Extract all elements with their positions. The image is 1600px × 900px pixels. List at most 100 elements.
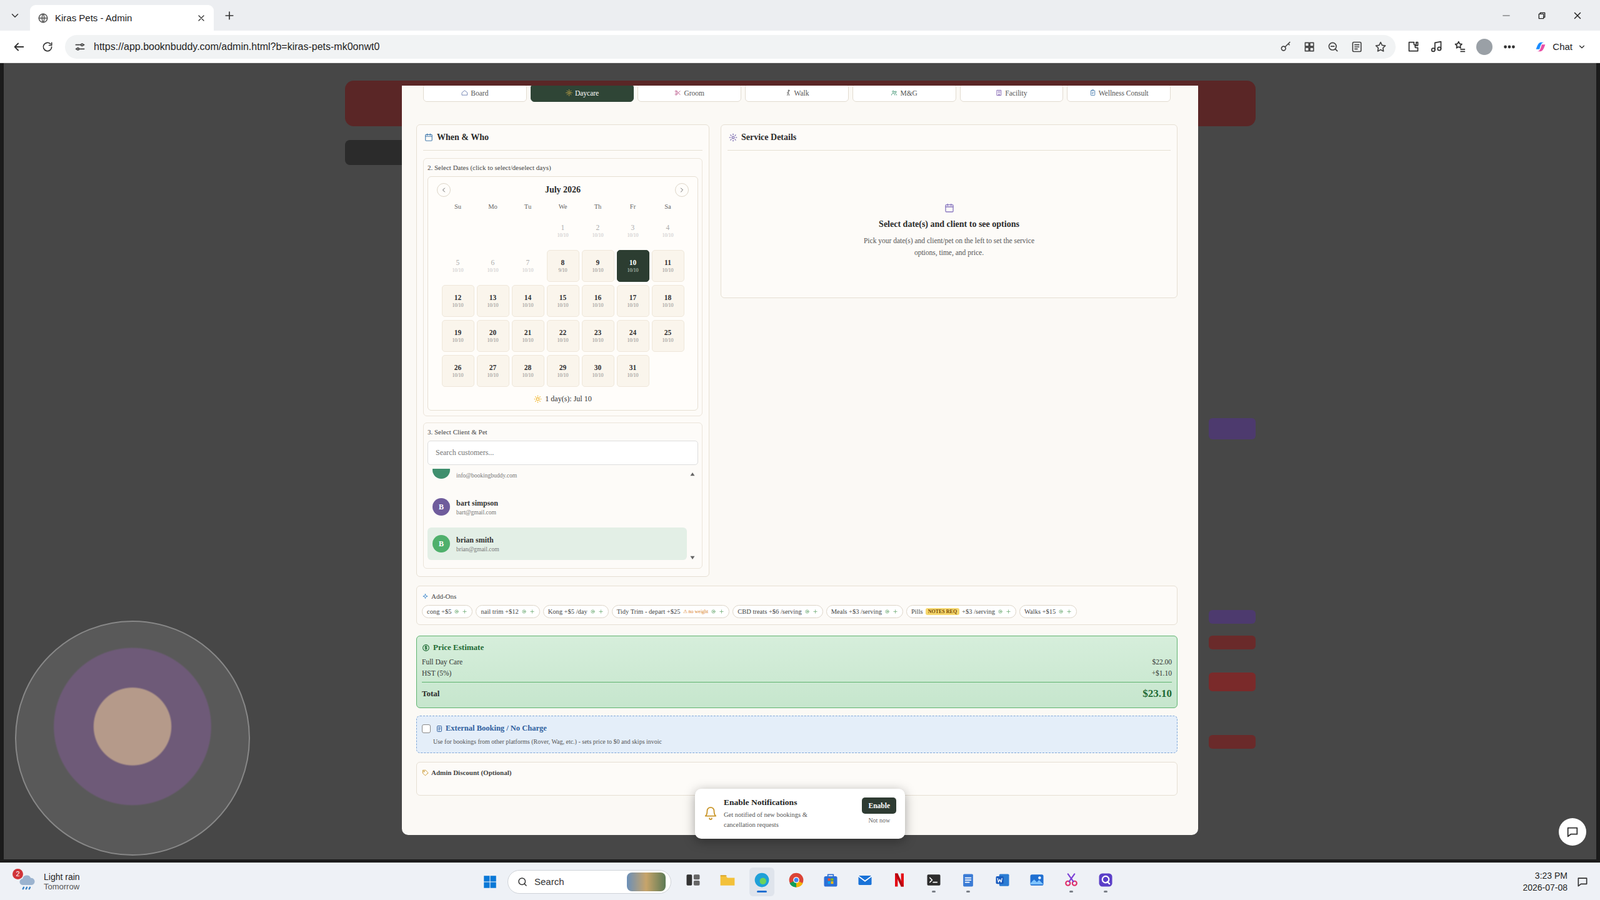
calendar-day[interactable]: 2810/10	[511, 355, 545, 387]
addon-label[interactable]: Walks +$15	[1024, 608, 1056, 615]
addon-chip[interactable]: cong +$5	[421, 605, 473, 619]
zoom-out-icon[interactable]	[1326, 40, 1340, 54]
back-arrow-icon[interactable]	[11, 40, 26, 54]
calendar-day[interactable]: 2610/10	[441, 355, 475, 387]
taskbar-app[interactable]	[886, 867, 912, 897]
not-now-button[interactable]: Not now	[868, 816, 890, 824]
day-capacity[interactable]: 10/10	[521, 302, 534, 309]
addon-add-icon[interactable]	[461, 608, 468, 615]
addon-label[interactable]: Pills	[911, 608, 924, 615]
addon-label[interactable]: CBD treats +$6 /serving	[737, 608, 802, 615]
service-tab[interactable]: Daycare	[530, 85, 635, 102]
taskbar-app[interactable]	[1093, 867, 1119, 897]
addon-chip[interactable]: PillsNOTES REQ+$3 /serving	[906, 605, 1017, 619]
calendar-day[interactable]: 1410/10	[511, 285, 545, 317]
day-capacity[interactable]: 10/10	[661, 267, 674, 274]
scroll-down-icon[interactable]	[688, 553, 697, 562]
addon-label[interactable]: Meals +$3 /serving	[831, 608, 882, 615]
day-capacity[interactable]: 10/10	[626, 302, 639, 309]
more-dots-icon[interactable]	[1502, 40, 1517, 54]
day-number[interactable]: 25	[664, 328, 672, 337]
taskbar-app[interactable]	[1058, 867, 1084, 897]
service-tab[interactable]: Board	[423, 85, 527, 102]
customer-email[interactable]: bart@gmail.com	[456, 509, 499, 516]
restore-icon[interactable]	[1536, 10, 1547, 21]
taskbar-app[interactable]	[715, 867, 740, 897]
favorite-star-icon[interactable]	[1374, 40, 1387, 54]
favorites-icon[interactable]	[1453, 40, 1467, 54]
extensions-puzzle-icon[interactable]	[1406, 40, 1420, 54]
addon-label[interactable]: Tidy Trim - depart +$25	[616, 608, 681, 615]
customer-email[interactable]: info@bookingbuddy.com	[456, 472, 517, 479]
service-tab[interactable]: Groom	[637, 85, 742, 102]
day-number[interactable]: 18	[664, 293, 672, 302]
addon-chip[interactable]: Tidy Trim - depart +$25⚠ no weight	[611, 605, 730, 619]
day-number[interactable]: 9	[596, 258, 600, 267]
close-tab-icon[interactable]	[196, 13, 207, 24]
calendar-day[interactable]: 3110/10	[616, 355, 650, 387]
day-number[interactable]: 8	[561, 258, 565, 267]
addon-chip[interactable]: Meals +$3 /serving	[826, 605, 904, 619]
day-capacity[interactable]: 10/10	[661, 337, 674, 344]
taskbar-app[interactable]	[680, 867, 706, 897]
day-number[interactable]: 20	[489, 328, 497, 337]
day-capacity[interactable]: 10/10	[486, 372, 499, 379]
day-number[interactable]: 13	[489, 293, 497, 302]
day-capacity[interactable]: 10/10	[591, 267, 604, 274]
start-button[interactable]	[481, 873, 499, 890]
taskbar-app[interactable]	[1024, 867, 1050, 897]
day-number[interactable]: 16	[594, 293, 602, 302]
day-capacity[interactable]: 10/10	[451, 372, 464, 379]
profile-avatar-icon[interactable]	[1476, 38, 1493, 55]
media-music-icon[interactable]	[1430, 40, 1444, 54]
minimize-icon[interactable]	[1500, 10, 1512, 22]
day-capacity[interactable]: 10/10	[486, 337, 499, 344]
addon-add-icon[interactable]	[529, 608, 535, 615]
calendar-day[interactable]: 1610/10	[581, 285, 615, 317]
day-number[interactable]: 23	[594, 328, 602, 337]
calendar-day[interactable]: 89/10	[546, 250, 580, 282]
calendar-day[interactable]: 2910/10	[546, 355, 580, 387]
customer-item[interactable]: info@bookingbuddy.com	[427, 468, 687, 487]
day-capacity[interactable]: 10/10	[661, 302, 674, 309]
taskbar-app[interactable]	[955, 867, 981, 897]
day-number[interactable]: 22	[559, 328, 567, 337]
enable-button[interactable]: Enable	[861, 797, 897, 814]
day-number[interactable]: 29	[559, 363, 567, 372]
service-tab-label[interactable]: M&G	[900, 89, 917, 97]
day-capacity[interactable]: 10/10	[591, 372, 604, 379]
calendar-day[interactable]: 910/10	[581, 250, 615, 282]
calendar-day[interactable]: 1510/10	[546, 285, 580, 317]
customer-item[interactable]: Bbrian smithbrian@gmail.com	[427, 527, 687, 560]
addon-add-icon[interactable]	[1005, 608, 1012, 615]
day-capacity[interactable]: 10/10	[556, 337, 569, 344]
day-number[interactable]: 30	[594, 363, 602, 372]
external-booking-checkbox[interactable]	[421, 724, 431, 734]
clock[interactable]: 3:23 PM2026-07-08	[1522, 870, 1568, 894]
day-number[interactable]: 11	[664, 258, 672, 267]
day-number[interactable]: 14	[524, 293, 532, 302]
calendar-day[interactable]: 2410/10	[616, 320, 650, 352]
url-text[interactable]: https://app.booknbuddy.com/admin.html?b=…	[93, 41, 1272, 53]
day-number[interactable]: 24	[629, 328, 637, 337]
password-key-icon[interactable]	[1279, 40, 1292, 54]
taskbar-search[interactable]: Search	[507, 870, 672, 894]
day-number[interactable]: 21	[524, 328, 532, 337]
day-capacity[interactable]: 10/10	[556, 302, 569, 309]
refresh-icon[interactable]	[41, 40, 54, 54]
service-tab-label[interactable]: Daycare	[575, 89, 599, 97]
day-capacity[interactable]: 10/10	[626, 267, 639, 274]
day-number[interactable]: 27	[489, 363, 497, 372]
calendar-day[interactable]: 2010/10	[476, 320, 510, 352]
addon-add-icon[interactable]	[718, 608, 725, 615]
day-number[interactable]: 26	[454, 363, 462, 372]
day-number[interactable]: 15	[559, 293, 567, 302]
day-capacity[interactable]: 10/10	[591, 337, 604, 344]
service-tab-label[interactable]: Walk	[794, 89, 810, 97]
addon-chip[interactable]: CBD treats +$6 /serving	[732, 605, 823, 619]
day-capacity[interactable]: 10/10	[451, 337, 464, 344]
prev-month-button[interactable]	[436, 183, 451, 197]
customer-name[interactable]: brian smith	[456, 535, 500, 545]
addon-add-icon[interactable]	[1066, 608, 1072, 615]
address-bar[interactable]: https://app.booknbuddy.com/admin.html?b=…	[65, 35, 1396, 59]
